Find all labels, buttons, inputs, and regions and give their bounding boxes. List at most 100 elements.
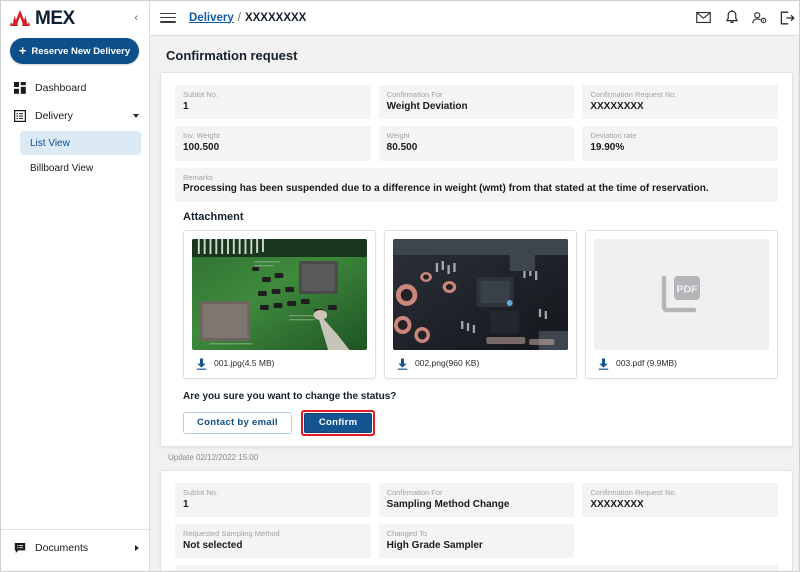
attachment-item[interactable]: 001.jpg(4.5 MB) bbox=[183, 229, 376, 379]
field-label: Confirmation For bbox=[386, 487, 443, 497]
chevron-right-icon[interactable] bbox=[135, 545, 139, 551]
download-icon[interactable] bbox=[196, 357, 207, 370]
sidebar-item-list-view-label: List View bbox=[30, 137, 70, 149]
field-value: 100.500 bbox=[183, 142, 220, 153]
confirmation-request-card-2: Sublot No. 1 Confirmation For Sampling M… bbox=[160, 469, 793, 572]
attachment-footer: 001.jpg(4.5 MB) bbox=[192, 350, 367, 370]
field-value: Sampling Method Change bbox=[386, 498, 510, 510]
download-icon[interactable] bbox=[397, 357, 408, 370]
brand-row: MEX ‹ bbox=[0, 0, 149, 36]
breadcrumb-separator: / bbox=[237, 11, 241, 24]
field-label: Changed To bbox=[386, 529, 427, 538]
field-requested-sampling-method: Requested Sampling Method Not selected bbox=[175, 524, 371, 559]
attachment-thumbnail-pdf[interactable]: PDF bbox=[594, 238, 769, 350]
attachment-thumbnail-dark-board[interactable] bbox=[393, 238, 568, 350]
sidebar-item-billboard-view[interactable]: Billboard View bbox=[20, 156, 141, 180]
field-value: Not selected bbox=[183, 539, 243, 551]
attachment-thumbnail-green-board[interactable] bbox=[192, 238, 367, 350]
confirm-block: Are you sure you want to change the stat… bbox=[183, 391, 778, 436]
download-icon[interactable] bbox=[598, 357, 609, 370]
main-area: Delivery / XXXXXXXX Confirmation request… bbox=[150, 0, 800, 572]
field-row-1: Sublot No. 1 Confirmation For Sampling M… bbox=[175, 482, 779, 517]
chevron-down-icon[interactable] bbox=[133, 114, 139, 118]
sidebar: MEX ‹ + Reserve New Delivery Dashboard D… bbox=[0, 0, 150, 572]
field-value: 19.90% bbox=[590, 142, 625, 153]
field-confirmation-for: Confirmation For Weight Deviation bbox=[378, 85, 575, 120]
sidebar-item-dashboard[interactable]: Dashboard bbox=[0, 74, 149, 102]
field-confirmation-for: Confirmation For Sampling Method Change bbox=[378, 482, 575, 517]
breadcrumb-current: XXXXXXXX bbox=[244, 11, 307, 24]
attachment-filename[interactable]: 001.jpg(4.5 MB) bbox=[214, 358, 274, 368]
field-label: Confirmation Request No. bbox=[590, 487, 677, 497]
field-value: XXXXXXXX bbox=[590, 100, 644, 112]
page-title: Confirmation request bbox=[166, 48, 298, 63]
contact-by-email-button[interactable]: Contact by email bbox=[183, 411, 292, 434]
hamburger-icon[interactable] bbox=[160, 11, 176, 25]
field-value: 1 bbox=[183, 100, 189, 112]
delivery-icon bbox=[14, 110, 26, 122]
field-label: Requested Sampling Method bbox=[183, 529, 280, 538]
attachment-list: 001.jpg(4.5 MB) 002.png(960 KB) PDF 003.… bbox=[183, 229, 778, 379]
attachment-item[interactable]: 002.png(960 KB) bbox=[384, 229, 577, 379]
sidebar-bottom: Documents bbox=[0, 529, 149, 572]
field-value: 1 bbox=[183, 498, 189, 510]
mail-icon[interactable] bbox=[696, 10, 711, 25]
attachment-filename[interactable]: 002.png(960 KB) bbox=[415, 358, 479, 368]
field-label: Weight bbox=[386, 131, 410, 141]
field-changed-to: Changed To High Grade Sampler bbox=[378, 524, 575, 559]
attachment-section-title: Attachment bbox=[183, 210, 244, 223]
sidebar-item-documents-label: Documents bbox=[35, 542, 89, 554]
sidebar-nav: Dashboard Delivery List View Billboard V… bbox=[0, 74, 149, 181]
breadcrumb-link-delivery[interactable]: Delivery bbox=[189, 12, 234, 24]
dashboard-icon bbox=[14, 82, 26, 94]
confirm-question: Are you sure you want to change the stat… bbox=[183, 390, 397, 402]
field-label: Sublot No. bbox=[183, 487, 219, 497]
field-reason-for-change: Reason for change Contains a lot of plas… bbox=[175, 565, 778, 572]
sidebar-item-dashboard-label: Dashboard bbox=[35, 82, 87, 94]
field-row-2: Inv. Weight 100.500 Weight 80.500 Deviat… bbox=[175, 126, 779, 161]
sidebar-item-delivery[interactable]: Delivery bbox=[0, 102, 149, 130]
confirm-button-highlight: Confirm bbox=[300, 409, 376, 436]
svg-text:PDF: PDF bbox=[676, 284, 698, 296]
bell-icon[interactable] bbox=[724, 10, 739, 25]
field-confirmation-request-no: Confirmation Request No. XXXXXXXX bbox=[582, 482, 779, 517]
field-sublot-no: Sublot No. 1 bbox=[175, 482, 371, 517]
field-placeholder-empty bbox=[582, 524, 778, 558]
field-weight: Weight 80.500 bbox=[378, 126, 575, 161]
field-value: 80.500 bbox=[386, 142, 418, 153]
topbar-icon-group bbox=[696, 10, 795, 25]
attachment-footer: 002.png(960 KB) bbox=[393, 350, 568, 370]
sidebar-item-list-view[interactable]: List View bbox=[20, 131, 141, 155]
logout-icon[interactable] bbox=[780, 10, 795, 25]
confirm-button[interactable]: Confirm bbox=[303, 412, 373, 433]
field-deviation-rate: Deviation rate 19.90% bbox=[582, 126, 779, 161]
sidebar-item-documents[interactable]: Documents bbox=[0, 534, 149, 562]
field-inv-weight: Inv. Weight 100.500 bbox=[175, 126, 371, 161]
field-row-2: Requested Sampling Method Not selected C… bbox=[175, 524, 778, 559]
reserve-new-delivery-button[interactable]: + Reserve New Delivery bbox=[10, 38, 139, 64]
plus-icon: + bbox=[18, 43, 27, 58]
pdf-icon: PDF bbox=[660, 274, 704, 314]
field-label: Remarks bbox=[183, 172, 214, 182]
field-value: Processing has been suspended due to a d… bbox=[183, 183, 709, 195]
attachment-filename[interactable]: 003.pdf (9.9MB) bbox=[616, 358, 677, 368]
user-settings-icon[interactable] bbox=[752, 10, 767, 25]
topbar: Delivery / XXXXXXXX bbox=[150, 0, 800, 36]
confirmation-request-card-1: Sublot No. 1 Confirmation For Weight Dev… bbox=[160, 72, 793, 447]
field-label: Inv. Weight bbox=[183, 131, 220, 141]
field-value: High Grade Sampler bbox=[386, 539, 483, 551]
sidebar-collapse-button[interactable]: ‹ bbox=[131, 11, 141, 26]
field-label: Deviation rate bbox=[590, 131, 637, 141]
sidebar-item-billboard-view-label: Billboard View bbox=[30, 162, 94, 174]
reserve-new-delivery-label: Reserve New Delivery bbox=[31, 45, 131, 57]
field-remarks: Remarks Processing has been suspended du… bbox=[175, 167, 778, 202]
breadcrumb: Delivery / XXXXXXXX bbox=[189, 12, 306, 24]
content-scroll-area[interactable]: Confirmation request Sublot No. 1 Confir… bbox=[150, 36, 800, 572]
field-row-3: Reason for change Contains a lot of plas… bbox=[175, 565, 778, 572]
attachment-item[interactable]: PDF 003.pdf (9.9MB) bbox=[585, 229, 778, 379]
confirm-button-row: Contact by email Confirm bbox=[183, 409, 778, 436]
mex-logo-icon bbox=[10, 9, 30, 27]
brand-name: MEX bbox=[35, 7, 75, 29]
field-label: Sublot No. bbox=[183, 90, 219, 99]
